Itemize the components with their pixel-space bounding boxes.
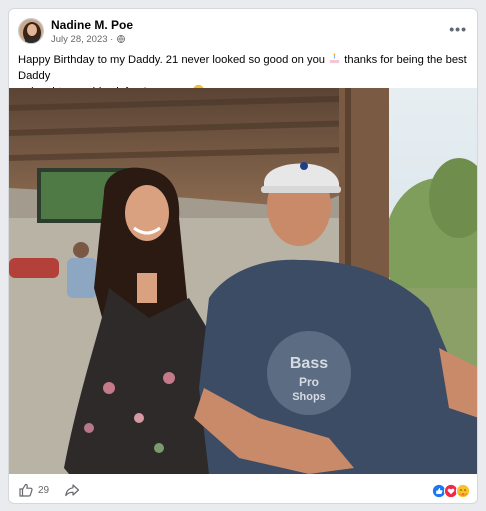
share-icon[interactable]	[64, 482, 80, 498]
reactions-summary[interactable]	[432, 483, 472, 499]
like-icon[interactable]	[18, 482, 34, 498]
globe-icon	[117, 35, 125, 43]
post-header: Nadine M. Poe July 28, 2023 · •••	[9, 9, 477, 51]
svg-text:Shops: Shops	[292, 391, 326, 403]
author-avatar[interactable]	[18, 18, 44, 44]
post-meta: July 28, 2023 ·	[51, 34, 125, 45]
care-reaction-icon	[455, 483, 471, 499]
post-text-line1: Happy Birthday to my Daddy. 21 never loo…	[18, 54, 326, 66]
post-footer: 29	[9, 478, 477, 503]
birthday-cake-emoji-icon	[329, 53, 340, 64]
post-date[interactable]: July 28, 2023 ·	[51, 34, 113, 45]
post-card: Nadine M. Poe July 28, 2023 · ••• Happy …	[8, 8, 478, 504]
more-options-button[interactable]: •••	[449, 21, 467, 37]
hat-logo-icon	[300, 162, 308, 170]
love-reaction-icon	[443, 483, 459, 499]
svg-text:Pro: Pro	[299, 375, 319, 389]
svg-text:Bass: Bass	[290, 355, 328, 372]
post-photo[interactable]: Bass Pro Shops	[9, 88, 477, 474]
like-reaction-icon	[432, 483, 447, 499]
like-count[interactable]: 29	[38, 485, 49, 496]
author-name[interactable]: Nadine M. Poe	[51, 18, 133, 32]
